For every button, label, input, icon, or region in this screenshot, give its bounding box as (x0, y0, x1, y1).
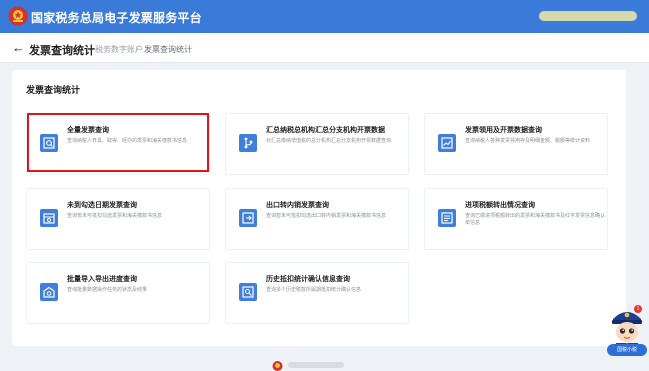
breadcrumb-separator: › (136, 44, 139, 53)
calendar-check-icon (40, 209, 58, 227)
assistant-label[interactable]: 国税小税 (607, 344, 647, 356)
branch-icon (239, 134, 257, 152)
card-branch-invoice-data[interactable]: 汇总纳税总机构汇总分支机构开票数据 对汇总缴纳增值税的总分机构汇总分支机构开票数… (225, 113, 409, 175)
section-title: 发票查询统计 (26, 85, 81, 95)
highlight-box (27, 113, 209, 172)
card-description: 对汇总缴纳增值税的总分机构汇总分支机构开票数据查询 (266, 138, 392, 144)
card-input-tax-transfer-query[interactable]: 进项税额转出情况查询 查询已做进项税额转出的发票和海关缴款书及红字发票信息确认单… (424, 188, 608, 250)
chart-icon (438, 134, 456, 152)
card-title: 历史抵扣统计确认信息查询 (266, 276, 350, 283)
import-export-icon (40, 283, 58, 301)
card-description: 查询纳税人各种发票领用存及明细金额、税额等统计资料 (465, 138, 591, 144)
history-icon (239, 283, 257, 301)
card-pending-check-date-query[interactable]: 未到勾选日期发票查询 查询暂未可抵扣勾选发票和海关缴款书信息 (26, 188, 210, 250)
list-icon (438, 209, 456, 227)
card-export-to-domestic-query[interactable]: 出口转内销发票查询 查询暂未可抵扣勾选出口转内销发票和海关缴款书信息 (225, 188, 409, 250)
page-title: 发票查询统计 (29, 45, 95, 57)
card-title: 进项税额转出情况查询 (465, 202, 535, 209)
app-title: 国家税务总局电子发票服务平台 (31, 11, 202, 25)
card-description: 查询暂未可抵扣勾选出口转内销发票和海关缴款书信息 (266, 213, 387, 219)
card-description: 查询暂未可抵扣勾选发票和海关缴款书信息 (67, 213, 163, 219)
card-title: 发票领用及开票数据查询 (465, 127, 542, 134)
card-batch-import-export-progress[interactable]: 批量导入导出进度查询 查询批量数据操作任务的状态及结果 (26, 262, 210, 324)
card-title: 出口转内销发票查询 (266, 202, 329, 209)
card-title: 批量导入导出进度查询 (67, 276, 137, 283)
user-account-info[interactable] (539, 11, 637, 21)
card-description: 查询多个历史税款所属期抵扣统计确认信息 (266, 287, 362, 293)
national-emblem-icon (8, 6, 28, 26)
card-history-deduction-confirm-query[interactable]: 历史抵扣统计确认信息查询 查询多个历史税款所属期抵扣统计确认信息 (225, 262, 409, 324)
card-title: 未到勾选日期发票查询 (67, 202, 137, 209)
notification-badge: 1 (634, 305, 642, 313)
card-description: 查询批量数据操作任务的状态及结果 (67, 287, 148, 293)
card-invoice-usage-query[interactable]: 发票领用及开票数据查询 查询纳税人各种发票领用存及明细金额、税额等统计资料 (424, 113, 608, 175)
back-arrow-icon[interactable]: ← (12, 40, 25, 55)
card-description: 查询已做进项税额转出的发票和海关缴款书及红字发票信息确认单信息 (465, 213, 606, 226)
card-title: 汇总纳税总机构汇总分支机构开票数据 (266, 127, 385, 134)
breadcrumb-item-current: 发票查询统计 (144, 45, 192, 54)
footer-emblem-icon (272, 361, 283, 371)
footer-text (288, 362, 344, 368)
export-icon (239, 209, 257, 227)
